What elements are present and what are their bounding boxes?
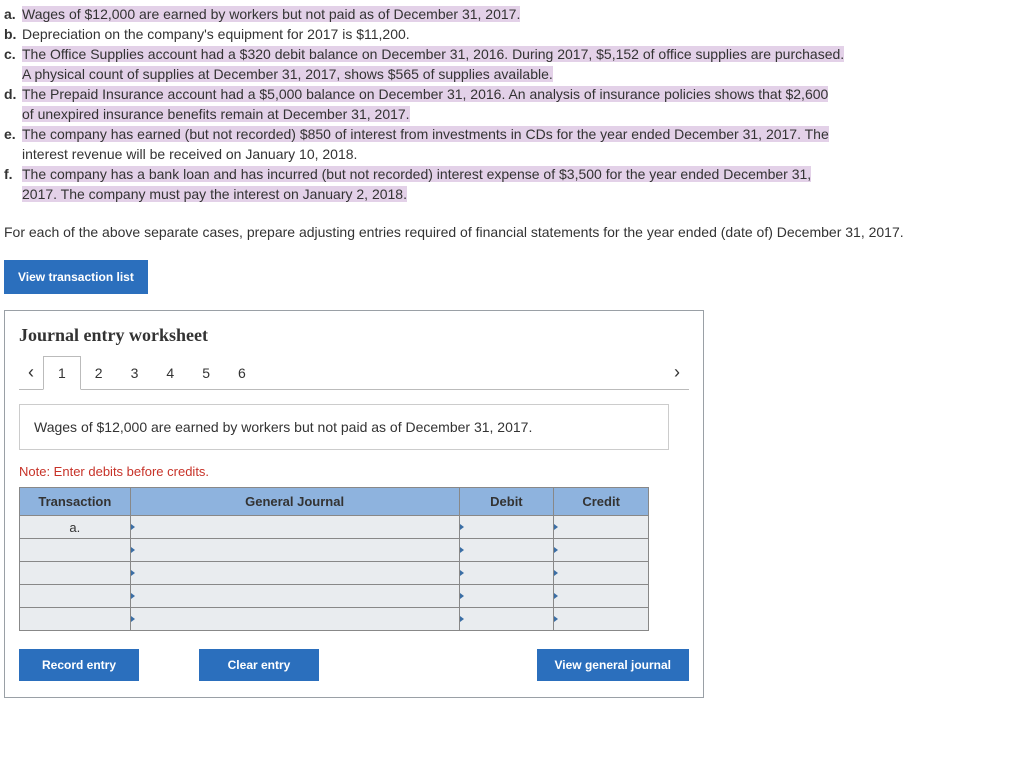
header-general-journal: General Journal <box>130 488 459 516</box>
general-journal-cell[interactable] <box>130 585 459 608</box>
entry-description: Wages of $12,000 are earned by workers b… <box>19 404 669 450</box>
tab-6[interactable]: 6 <box>224 357 260 389</box>
case-f-line2: 2017. The company must pay the interest … <box>4 184 1020 204</box>
transaction-cell <box>20 608 131 631</box>
record-entry-button[interactable]: Record entry <box>19 649 139 681</box>
transaction-cell <box>20 539 131 562</box>
debit-cell[interactable] <box>459 539 554 562</box>
table-row <box>20 562 649 585</box>
general-journal-cell[interactable] <box>130 562 459 585</box>
header-transaction: Transaction <box>20 488 131 516</box>
clear-entry-button[interactable]: Clear entry <box>199 649 319 681</box>
tabs-row: ‹ 1 2 3 4 5 6 › <box>19 356 689 390</box>
debit-cell[interactable] <box>459 562 554 585</box>
tab-2[interactable]: 2 <box>81 357 117 389</box>
tab-3[interactable]: 3 <box>117 357 153 389</box>
table-row: a. <box>20 516 649 539</box>
journal-entry-worksheet: Journal entry worksheet ‹ 1 2 3 4 5 6 › … <box>4 310 704 698</box>
transaction-cell <box>20 562 131 585</box>
case-d: d. The Prepaid Insurance account had a $… <box>4 84 1020 104</box>
case-e: e. The company has earned (but not recor… <box>4 124 1020 144</box>
button-row: Record entry Clear entry View general jo… <box>19 649 689 681</box>
worksheet-title: Journal entry worksheet <box>19 325 689 346</box>
table-row <box>20 608 649 631</box>
credit-cell[interactable] <box>554 585 649 608</box>
chevron-right-icon[interactable]: › <box>665 362 689 383</box>
header-credit: Credit <box>554 488 649 516</box>
table-row <box>20 539 649 562</box>
view-general-journal-button[interactable]: View general journal <box>537 649 689 681</box>
transaction-cell <box>20 585 131 608</box>
table-row <box>20 585 649 608</box>
case-b: b. Depreciation on the company's equipme… <box>4 24 1020 44</box>
header-debit: Debit <box>459 488 554 516</box>
general-journal-cell[interactable] <box>130 539 459 562</box>
credit-cell[interactable] <box>554 539 649 562</box>
case-a: a. Wages of $12,000 are earned by worker… <box>4 4 1020 24</box>
debit-cell[interactable] <box>459 608 554 631</box>
general-journal-cell[interactable] <box>130 516 459 539</box>
case-e-line2: interest revenue will be received on Jan… <box>4 144 1020 164</box>
tab-5[interactable]: 5 <box>188 357 224 389</box>
credit-cell[interactable] <box>554 562 649 585</box>
transaction-cell: a. <box>20 516 131 539</box>
case-f: f. The company has a bank loan and has i… <box>4 164 1020 184</box>
debit-cell[interactable] <box>459 516 554 539</box>
case-c: c. The Office Supplies account had a $32… <box>4 44 1020 64</box>
credit-cell[interactable] <box>554 516 649 539</box>
view-transaction-list-button[interactable]: View transaction list <box>4 260 148 294</box>
case-c-line2: A physical count of supplies at December… <box>4 64 1020 84</box>
instruction-text: For each of the above separate cases, pr… <box>4 222 1020 242</box>
tab-4[interactable]: 4 <box>152 357 188 389</box>
case-d-line2: of unexpired insurance benefits remain a… <box>4 104 1020 124</box>
table-header-row: Transaction General Journal Debit Credit <box>20 488 649 516</box>
cases-list: a. Wages of $12,000 are earned by worker… <box>4 4 1020 204</box>
debit-cell[interactable] <box>459 585 554 608</box>
tab-1[interactable]: 1 <box>43 356 81 390</box>
credit-cell[interactable] <box>554 608 649 631</box>
chevron-left-icon[interactable]: ‹ <box>19 362 43 383</box>
note-text: Note: Enter debits before credits. <box>19 464 689 479</box>
journal-table: Transaction General Journal Debit Credit… <box>19 487 649 631</box>
general-journal-cell[interactable] <box>130 608 459 631</box>
